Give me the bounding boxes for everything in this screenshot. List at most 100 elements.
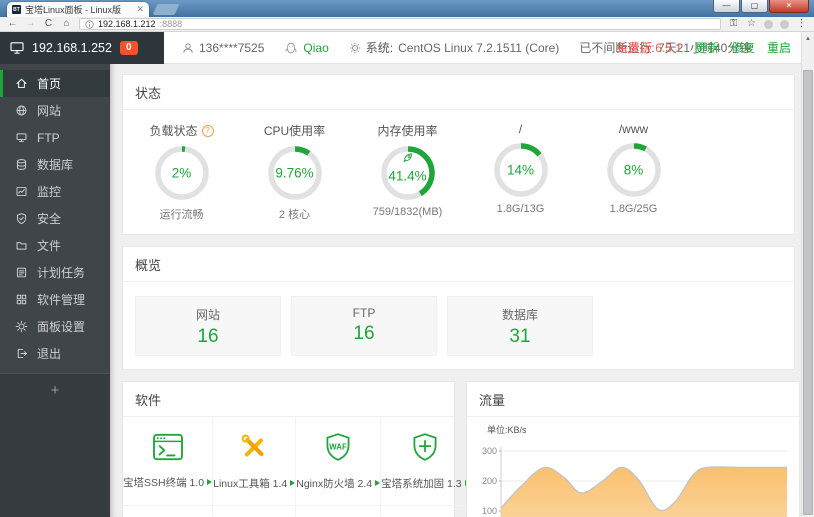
software-app-cell[interactable]: 宝塔系统加固 1.3 bbox=[381, 417, 470, 506]
overview-box-value: 31 bbox=[509, 326, 531, 347]
overview-card-title: 概览 bbox=[123, 247, 794, 282]
gauge-label: 负载状态? bbox=[125, 122, 238, 139]
qq-contact[interactable]: Qiao bbox=[284, 41, 329, 55]
sidebar-item-label: 网站 bbox=[37, 104, 62, 118]
sidebar-item-folder[interactable]: 文件 bbox=[0, 232, 110, 259]
bookmark-star-icon[interactable]: ☆ bbox=[746, 19, 757, 30]
url-bar[interactable]: 192.168.1.212:8888 bbox=[79, 18, 721, 30]
window-close-button[interactable]: ✕ bbox=[769, 0, 809, 13]
sidebar-item-shield[interactable]: 安全 bbox=[0, 205, 110, 232]
gauge-/www: /www 8% 1.8G/25G bbox=[577, 122, 690, 222]
key-icon[interactable]: ⚿ bbox=[728, 19, 739, 30]
overview-box-label: 网站 bbox=[195, 308, 220, 322]
gauge-value: 14% bbox=[506, 162, 535, 178]
sidebar-item-tasks[interactable]: 计划任务 bbox=[0, 259, 110, 286]
status-card-title: 状态 bbox=[123, 75, 794, 110]
toolbox-icon bbox=[239, 432, 269, 467]
gear-icon bbox=[15, 320, 28, 333]
browser-tab[interactable]: BT 宝塔Linux面板 - Linux版 ✕ bbox=[7, 2, 149, 17]
overview-box-value: 16 bbox=[353, 323, 375, 344]
extension-icon[interactable] bbox=[764, 19, 773, 29]
software-app-cell[interactable]: WAF Nginx防火墙 2.4 bbox=[296, 417, 382, 506]
window-minimize-button[interactable]: — bbox=[713, 0, 740, 13]
traffic-chart: 单位:KB/s 300 200 100 bbox=[467, 417, 799, 517]
gauge-subtext: 1.8G/25G bbox=[609, 203, 658, 215]
software-app-name: Linux工具箱 1.4 bbox=[213, 476, 296, 491]
extension-icon[interactable] bbox=[780, 19, 789, 29]
help-icon[interactable]: ? bbox=[201, 124, 214, 137]
scrollbar-up-arrow[interactable]: ▲ bbox=[802, 32, 814, 46]
overview-box-sites[interactable]: 网站 16 bbox=[135, 296, 281, 356]
window-maximize-button[interactable]: ▢ bbox=[741, 0, 768, 13]
repair-link[interactable]: 修复 bbox=[731, 39, 755, 56]
software-app-cell[interactable] bbox=[213, 506, 297, 517]
server-monitor-icon bbox=[10, 41, 24, 54]
sidebar-item-logout[interactable]: 退出 bbox=[0, 340, 110, 367]
sidebar-item-apps[interactable]: 软件管理 bbox=[0, 286, 110, 313]
tab-title: 宝塔Linux面板 - Linux版 bbox=[25, 5, 122, 15]
new-tab-button[interactable] bbox=[152, 4, 180, 15]
sidebar-item-label: 面板设置 bbox=[37, 320, 86, 334]
back-icon[interactable]: ← bbox=[7, 19, 18, 30]
overview-box-label: 数据库 bbox=[501, 308, 538, 322]
sidebar-item-globe[interactable]: 网站 bbox=[0, 97, 110, 124]
baota-favicon: BT bbox=[12, 5, 21, 14]
home-icon-toolbar[interactable]: ⌂ bbox=[61, 19, 72, 30]
waf-shield-icon: WAF bbox=[323, 432, 353, 467]
overview-box-ftp[interactable]: FTP 16 bbox=[291, 296, 437, 356]
page-scrollbar: ▲ bbox=[801, 32, 814, 517]
sidebar-item-monitor[interactable]: 监控 bbox=[0, 178, 110, 205]
restart-link[interactable]: 重启 bbox=[767, 39, 791, 56]
software-app-name: Nginx防火墙 2.4 bbox=[296, 476, 381, 491]
sidebar-item-label: 数据库 bbox=[37, 158, 74, 172]
shield-plus-icon bbox=[410, 432, 440, 467]
gauge-subtext: 2 核心 bbox=[278, 209, 311, 221]
software-app-name: 宝塔系统加固 1.3 bbox=[381, 476, 470, 491]
traffic-unit-label: 单位:KB/s bbox=[487, 425, 527, 435]
software-app-name: 宝塔SSH终端 1.0 bbox=[123, 475, 213, 490]
play-icon bbox=[290, 480, 296, 486]
sidebar-item-label: 计划任务 bbox=[37, 266, 86, 280]
overview-box-value: 16 bbox=[197, 326, 219, 347]
gauge-value: 9.76% bbox=[275, 165, 314, 181]
message-count-badge[interactable]: 0 bbox=[119, 40, 138, 55]
add-shortcut-button[interactable]: + bbox=[51, 383, 60, 398]
software-app-cell[interactable] bbox=[123, 506, 214, 517]
refresh-icon[interactable]: C bbox=[43, 19, 54, 30]
overview-box-database[interactable]: 数据库 31 bbox=[447, 296, 593, 356]
sidebar-item-database[interactable]: 数据库 bbox=[0, 151, 110, 178]
forward-icon[interactable]: → bbox=[25, 19, 36, 30]
monitor-icon bbox=[15, 185, 28, 198]
sidebar-item-ftp[interactable]: FTP bbox=[0, 124, 110, 151]
sidebar-item-label: 安全 bbox=[37, 212, 62, 226]
version-label[interactable]: 免费版 6.5.1 bbox=[616, 39, 682, 56]
database-icon bbox=[15, 158, 28, 171]
software-app-cell[interactable]: Linux工具箱 1.4 bbox=[213, 417, 297, 506]
sidebar-item-label: 首页 bbox=[37, 77, 62, 91]
tab-close-icon[interactable]: ✕ bbox=[136, 5, 144, 14]
browser-menu-icon[interactable]: ⋮ bbox=[796, 19, 807, 30]
sidebar-item-gear[interactable]: 面板设置 bbox=[0, 313, 110, 340]
update-link[interactable]: 更新 bbox=[695, 39, 719, 56]
account-phone[interactable]: 136****7525 bbox=[182, 41, 264, 55]
scrollbar-thumb[interactable] bbox=[803, 70, 813, 515]
rocket-icon bbox=[401, 151, 414, 169]
gauge-subtext: 1.8G/13G bbox=[496, 203, 545, 215]
sidebar-item-home[interactable]: 首页 bbox=[0, 70, 110, 97]
software-app-cell[interactable] bbox=[381, 506, 470, 517]
server-selector[interactable]: 192.168.1.252 0 bbox=[0, 32, 164, 64]
sidebar-item-label: 退出 bbox=[37, 347, 62, 361]
terminal-icon bbox=[152, 433, 184, 466]
url-port: :8888 bbox=[159, 19, 183, 29]
gauge-value: 41.4% bbox=[388, 168, 427, 184]
server-ip: 192.168.1.252 bbox=[32, 40, 112, 55]
software-app-cell[interactable]: 宝塔SSH终端 1.0 bbox=[123, 417, 214, 506]
panel-header: 192.168.1.252 0 136****7525 Qiao 系统: Cen… bbox=[0, 32, 801, 64]
sidebar-item-label: 监控 bbox=[37, 185, 62, 199]
gauge-label: / bbox=[518, 122, 523, 136]
ftp-icon bbox=[15, 131, 28, 144]
folder-icon bbox=[15, 239, 28, 252]
gauge-内存使用率: 内存使用率 41.4% 759/1832(MB) bbox=[351, 122, 464, 222]
shield-icon bbox=[15, 212, 28, 225]
software-app-cell[interactable] bbox=[296, 506, 382, 517]
